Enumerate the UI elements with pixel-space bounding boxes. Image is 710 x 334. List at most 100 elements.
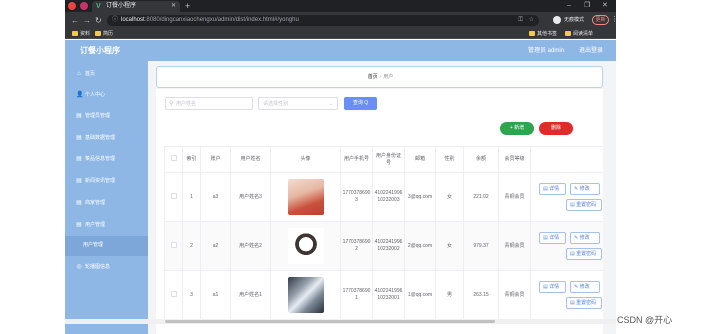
- window-close-icon[interactable]: ✕: [602, 1, 608, 10]
- name-search-input[interactable]: [176, 99, 250, 109]
- bookmark-item[interactable]: 简历: [95, 30, 113, 38]
- column-header: 用户手机号: [340, 146, 373, 173]
- update-button[interactable]: 更新: [592, 15, 609, 25]
- sidebar-item-profile[interactable]: 👤 个人中心: [65, 86, 148, 106]
- detail-button[interactable]: ▤ 详情: [539, 281, 566, 293]
- row-select-cell[interactable]: [164, 172, 183, 222]
- bookmark-star-icon[interactable]: ☆: [529, 16, 534, 25]
- url-text[interactable]: localhost:8080/dingcanxiaochengxu/admin/…: [121, 16, 299, 25]
- sidebar-item-admins[interactable]: ▤ 管理员管理: [65, 107, 148, 127]
- detail-button[interactable]: ▤ 详情: [539, 232, 566, 244]
- reload-icon[interactable]: ↻: [95, 15, 102, 26]
- horizontal-scrollbar[interactable]: [65, 319, 616, 324]
- table-header-row: 索引 账户 用户姓名 头像 用户手机号 用户身份证号 邮箱 性别 余额 会员等级: [164, 146, 603, 173]
- row-select-cell[interactable]: [164, 270, 183, 320]
- column-header: 索引: [182, 146, 201, 173]
- sidebar-item-base-data[interactable]: ▤ 基础数据管理: [65, 129, 148, 149]
- back-icon[interactable]: ←: [71, 15, 79, 26]
- sidebar-item-carousel[interactable]: ◎ 轮播图信息: [65, 258, 148, 278]
- search-button[interactable]: 查询 Q: [344, 97, 377, 110]
- cell-account: a1: [200, 270, 231, 320]
- folder-icon: [529, 31, 535, 36]
- password-key-icon[interactable]: ⚿: [518, 16, 523, 25]
- maximize-icon[interactable]: ❐: [584, 1, 590, 10]
- carousel-icon: ◎: [76, 264, 82, 270]
- table-row: 2 a2 用户姓名2 17703786902 41022419961023200…: [164, 221, 603, 271]
- sidebar-subitem-users[interactable]: 用户管理: [65, 236, 148, 256]
- main-content: 首页/用户 ⚲ 请选择性别 ⌄ 查询 Q + 新增 删除: [148, 61, 616, 334]
- logout-link[interactable]: 退出登录: [579, 47, 603, 55]
- name-search-field[interactable]: ⚲: [165, 97, 253, 110]
- breadcrumb-home[interactable]: 首页: [368, 74, 378, 80]
- reset-password-button[interactable]: ▤ 重置密码: [566, 297, 602, 309]
- reading-list-icon: [565, 31, 571, 36]
- detail-button[interactable]: ▤ 详情: [539, 183, 566, 195]
- sidebar-item-home[interactable]: ⌂ 首页: [65, 65, 148, 85]
- bookmark-item[interactable]: 其他书签: [529, 30, 557, 38]
- sidebar-item-label: 商家管理: [85, 200, 106, 206]
- reset-password-button[interactable]: ▤ 重置密码: [566, 199, 602, 211]
- edit-button[interactable]: ✎ 修改: [570, 183, 600, 195]
- cell-gender: 男: [435, 270, 464, 320]
- chevron-down-icon: ⌄: [328, 101, 333, 107]
- browser-tab[interactable]: V 订餐小程序 ✕: [92, 1, 180, 12]
- gender-select[interactable]: 请选择性别 ⌄: [258, 97, 338, 110]
- sidebar-item-label: 菜品信息管理: [85, 156, 116, 162]
- dish-icon: ▤: [76, 156, 82, 162]
- sidebar-item-users[interactable]: ▤ 用户管理: [65, 216, 148, 236]
- edit-button[interactable]: ✎ 修改: [570, 281, 600, 293]
- bookmark-item[interactable]: 资料: [72, 30, 90, 38]
- row-checkbox[interactable]: [170, 192, 177, 199]
- row-checkbox[interactable]: [170, 241, 177, 248]
- reset-password-button[interactable]: ▤ 重置密码: [566, 248, 602, 260]
- breadcrumb: 首页 / 用户: [156, 66, 603, 88]
- browser-menu-icon[interactable]: ⋮: [611, 15, 616, 25]
- cell-actions: ▤ 详情 ✎ 修改 ▤ 重置密码: [530, 221, 603, 271]
- column-header: 邮箱: [404, 146, 436, 173]
- screenshot-canvas: V 订餐小程序 ✕ + – ❐ ✕ ← → ↻ ⓘ localhost:8080…: [0, 0, 710, 334]
- cell-level: 青铜会员: [498, 172, 531, 222]
- sidebar-item-label: 轮播图信息: [85, 264, 111, 270]
- cell-email: 2@qq.com: [404, 221, 436, 271]
- breadcrumb-text: 首页 / 用户: [157, 74, 604, 81]
- actions-group: ▤ 详情 ✎ 修改 ▤ 重置密码: [532, 177, 603, 217]
- actions-group: ▤ 详情 ✎ 修改 ▤ 重置密码: [532, 226, 603, 266]
- new-tab-icon[interactable]: +: [185, 1, 190, 11]
- app-icon[interactable]: [80, 2, 88, 10]
- breadcrumb-separator: /: [379, 74, 382, 80]
- address-bar[interactable]: ⓘ localhost:8080/dingcanxiaochengxu/admi…: [107, 15, 539, 26]
- minimize-icon[interactable]: –: [567, 1, 571, 10]
- sidebar-item-news[interactable]: ▤ 新闻资讯管理: [65, 172, 148, 192]
- sidebar-item-label: 新闻资讯管理: [85, 178, 116, 184]
- forward-icon[interactable]: →: [83, 15, 91, 26]
- cell-level: 青铜会员: [498, 270, 531, 320]
- cell-name: 用户姓名3: [230, 172, 271, 222]
- cell-actions: ▤ 详情 ✎ 修改 ▤ 重置密码: [530, 270, 603, 320]
- recent-icon[interactable]: [68, 2, 76, 10]
- select-all-checkbox[interactable]: [170, 155, 177, 161]
- address-toolbar: ← → ↻ ⓘ localhost:8080/dingcanxiaochengx…: [65, 12, 616, 29]
- select-all-cell[interactable]: [164, 146, 183, 173]
- delete-button[interactable]: 删除: [539, 122, 573, 135]
- table-row: 3 a1 用户姓名1 17703786901 41022419961023200…: [164, 270, 603, 320]
- add-button[interactable]: + 新增: [500, 122, 534, 135]
- table-row: 1 a3 用户姓名3 17703786903 41022419961023200…: [164, 172, 603, 222]
- cell-account: a2: [200, 221, 231, 271]
- sidebar-item-merchants[interactable]: ▤ 商家管理: [65, 194, 148, 214]
- profile-label: 无痕模式: [564, 17, 585, 23]
- sidebar-item-dishes[interactable]: ▤ 菜品信息管理: [65, 150, 148, 170]
- site-info-icon[interactable]: ⓘ: [112, 16, 118, 25]
- scrollbar-thumb[interactable]: [165, 320, 495, 323]
- cell-avatar: [270, 270, 341, 320]
- bookmark-item[interactable]: 阅读清单: [565, 30, 593, 38]
- cell-account: a3: [200, 172, 231, 222]
- cell-email: 3@qq.com: [404, 172, 436, 222]
- sidebar-item-label: 用户管理: [83, 242, 104, 248]
- content-panel: ⚲ 请选择性别 ⌄ 查询 Q + 新增 删除: [156, 89, 603, 334]
- edit-button[interactable]: ✎ 修改: [570, 232, 600, 244]
- close-tab-icon[interactable]: ✕: [171, 3, 176, 10]
- users-icon: ▤: [76, 222, 82, 228]
- cell-avatar: [270, 221, 341, 271]
- row-checkbox[interactable]: [170, 290, 177, 297]
- row-select-cell[interactable]: [164, 221, 183, 271]
